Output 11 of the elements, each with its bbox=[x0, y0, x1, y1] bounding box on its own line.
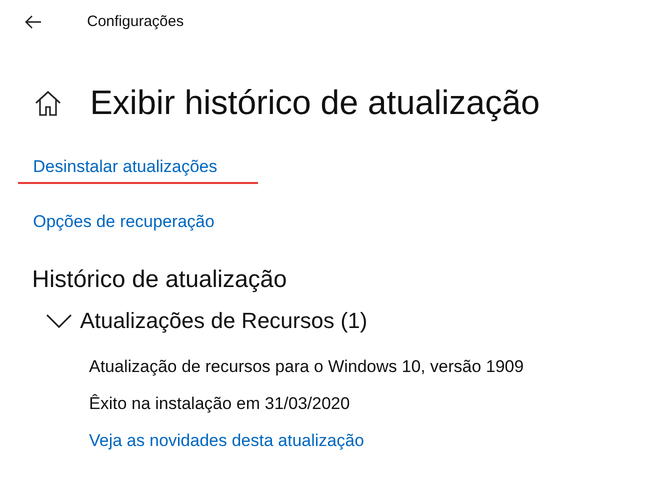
details-link[interactable]: Veja as novidades desta atualização bbox=[89, 432, 364, 449]
group-header[interactable]: Atualizações de Recursos (1) bbox=[46, 310, 368, 332]
back-icon bbox=[24, 15, 42, 29]
link[interactable]: Desinstalar atualizações bbox=[33, 158, 218, 175]
page-title: Exibir histórico de atualização bbox=[90, 86, 540, 120]
window-title: Configurações bbox=[87, 12, 184, 32]
home-icon bbox=[34, 90, 62, 116]
section-heading: Histórico de atualização bbox=[32, 268, 288, 292]
update-status: Êxito na instalação em 31/03/2020 bbox=[89, 395, 350, 412]
update-name: Atualização de recursos para o Windows 10, versão 1909 bbox=[89, 358, 524, 375]
link[interactable]: Opções de recuperação bbox=[33, 213, 214, 230]
